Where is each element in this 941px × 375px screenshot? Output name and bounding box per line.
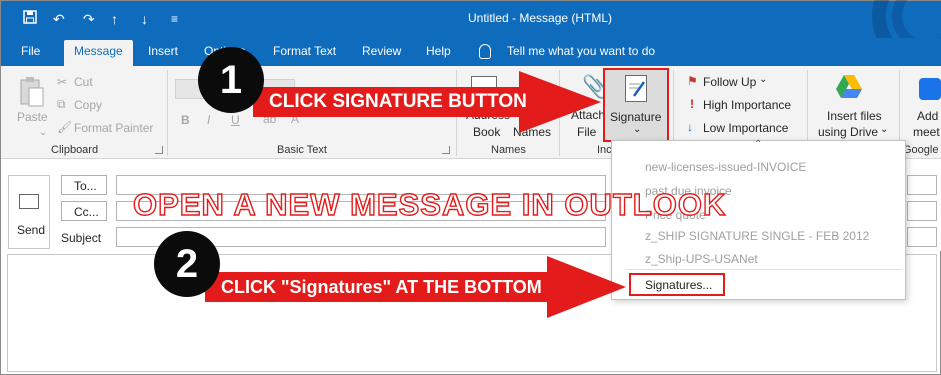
step1-badge: 1 xyxy=(198,47,264,113)
step2-instruction: CLICK "Signatures" AT THE BOTTOM xyxy=(221,277,542,297)
step1-instruction: CLICK SIGNATURE BUTTON xyxy=(269,91,527,112)
annotation-arrows xyxy=(205,71,626,318)
step2-badge: 2 xyxy=(154,231,220,297)
